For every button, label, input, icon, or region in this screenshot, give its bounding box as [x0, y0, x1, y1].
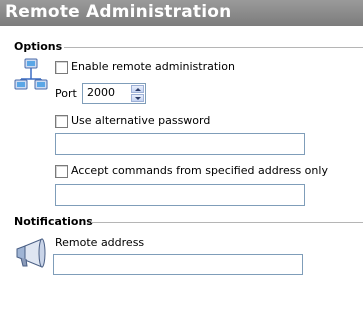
megaphone-icon [16, 238, 46, 268]
specified-address-field[interactable] [55, 184, 305, 206]
remote-address-field[interactable] [53, 254, 303, 275]
window-title: Remote Administration [5, 2, 232, 22]
accept-commands-checkbox[interactable] [55, 165, 68, 178]
port-decrement-button[interactable] [131, 94, 144, 102]
options-heading: Options [14, 40, 63, 53]
accept-commands-label: Accept commands from specified address o… [71, 164, 328, 177]
enable-remote-label: Enable remote administration [71, 60, 235, 73]
arrow-up-icon [135, 88, 141, 91]
arrow-down-icon [135, 97, 141, 100]
network-computers-icon [14, 58, 48, 90]
alt-password-label: Use alternative password [71, 114, 211, 127]
remote-address-label: Remote address [55, 236, 145, 249]
notifications-divider [91, 222, 363, 223]
port-increment-button[interactable] [131, 85, 144, 93]
port-stepper[interactable]: 2000 [82, 83, 146, 104]
port-label: Port [55, 87, 77, 100]
title-bar: Remote Administration [0, 0, 363, 26]
port-value: 2000 [87, 86, 115, 99]
enable-remote-checkbox[interactable] [55, 61, 68, 74]
options-divider [64, 47, 363, 48]
alt-password-checkbox[interactable] [55, 115, 68, 128]
alt-password-field[interactable] [55, 133, 305, 155]
notifications-heading: Notifications [14, 215, 93, 228]
